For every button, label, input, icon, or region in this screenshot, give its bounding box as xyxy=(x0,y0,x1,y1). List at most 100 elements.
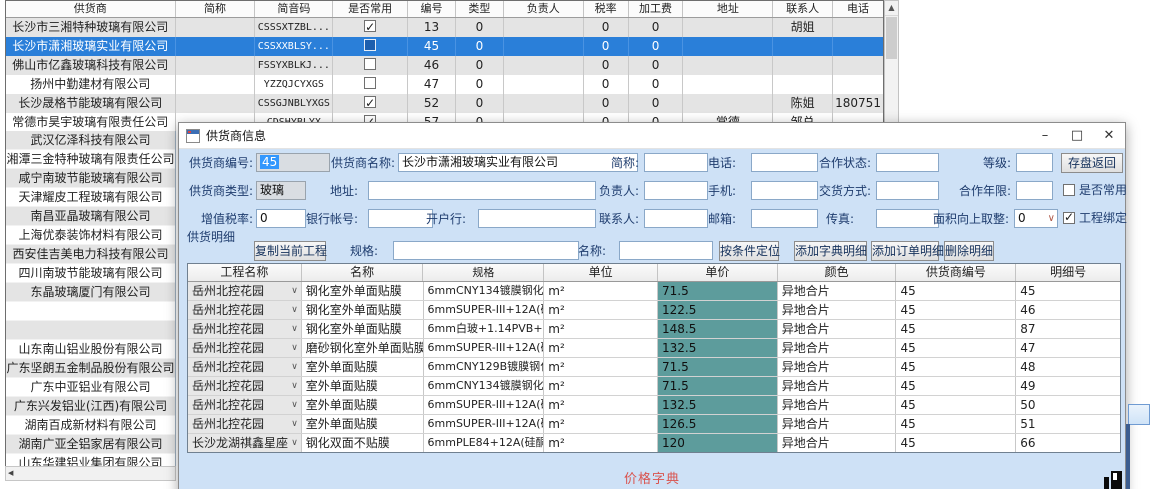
bank-account-field[interactable] xyxy=(368,209,433,228)
supplier-list-item[interactable]: 广东兴发铝业(江西)有限公司 xyxy=(6,397,175,416)
column-header-address[interactable]: 地址 xyxy=(683,1,773,17)
supplier-list-item[interactable]: 武汉亿泽科技有限公司 xyxy=(6,131,175,150)
column-header-abbr[interactable]: 简称 xyxy=(176,1,256,17)
add-dict-detail-button[interactable]: 添加字典明细 xyxy=(794,241,867,261)
column-header-detail-no[interactable]: 明细号 xyxy=(1016,264,1120,281)
column-header-type[interactable]: 类型 xyxy=(456,1,504,17)
supplier-list-item[interactable]: 广东坚朗五金制品股份有限公司 xyxy=(6,359,175,378)
add-order-detail-button[interactable]: 添加订单明细 xyxy=(871,241,939,261)
scrollbar-thumb[interactable] xyxy=(886,17,897,59)
project-combo-cell[interactable]: 岳州北控花园 xyxy=(188,339,302,357)
supplier-list-item[interactable]: 山东华建铝业集团有限公司 xyxy=(6,454,175,466)
minimize-button[interactable]: – xyxy=(1029,123,1061,149)
project-combo-cell[interactable]: 岳州北控花园 xyxy=(188,358,302,376)
column-header-common[interactable]: 是否常用 xyxy=(333,1,408,17)
column-header-fee[interactable]: 加工费 xyxy=(629,1,684,17)
project-combo-cell[interactable]: 岳州北控花园 xyxy=(188,415,302,433)
column-header-name[interactable]: 名称 xyxy=(302,264,424,281)
delivery-field[interactable] xyxy=(876,181,939,200)
list-horizontal-scrollbar[interactable]: ◀ xyxy=(5,466,176,481)
column-header-project[interactable]: 工程名称 xyxy=(188,264,302,281)
detail-row[interactable]: 岳州北控花园 室外单面贴膜 6mmCNY134镀膜钢化 m² 71.5 异地合片… xyxy=(188,377,1120,396)
column-header-manager[interactable]: 负责人 xyxy=(504,1,584,17)
project-combo-cell[interactable]: 岳州北控花园 xyxy=(188,377,302,395)
supplier-list-item[interactable]: 广东中亚铝业有限公司 xyxy=(6,378,175,397)
cell-price[interactable]: 126.5 xyxy=(658,415,778,433)
scroll-up-icon[interactable]: ▲ xyxy=(885,1,898,16)
column-header-id[interactable]: 编号 xyxy=(408,1,456,17)
supplier-list-item[interactable]: 西安佳吉美电力科技有限公司 xyxy=(6,245,175,264)
cell-price[interactable]: 148.5 xyxy=(658,320,778,338)
table-vertical-scrollbar[interactable]: ▲ xyxy=(884,0,899,131)
grade-field[interactable] xyxy=(1016,153,1053,172)
detail-row[interactable]: 长沙龙湖祺鑫星座 钢化双面不贴膜 6mmPLE84+12A(硅酮胶... m² … xyxy=(188,434,1120,453)
supplier-list-item[interactable]: 天津耀皮工程玻璃有限公司 xyxy=(6,188,175,207)
save-return-button[interactable]: 存盘返回 xyxy=(1061,153,1123,173)
dialog-titlebar[interactable]: 供货商信息 – □ ✕ xyxy=(179,123,1125,149)
common-checkbox[interactable] xyxy=(364,39,376,51)
close-button[interactable]: ✕ xyxy=(1093,123,1125,149)
detail-row[interactable]: 岳州北控花园 钢化室外单面贴膜 6mmSUPER-III+12A(硅... m²… xyxy=(188,301,1120,320)
supplier-list-item[interactable]: 四川南玻节能玻璃有限公司 xyxy=(6,264,175,283)
detail-row[interactable]: 岳州北控花园 室外单面贴膜 6mmSUPER-III+12A(硅... m² 1… xyxy=(188,415,1120,434)
maximize-button[interactable]: □ xyxy=(1061,123,1093,149)
column-header-supplier-no[interactable]: 供货商编号 xyxy=(896,264,1016,281)
common-checkbox[interactable] xyxy=(364,20,376,32)
column-header-supplier[interactable]: 供货商 xyxy=(6,1,176,17)
table-row[interactable]: 长沙市潇湘玻璃实业有限公司 CSSXXBLSY... 45 0 0 0 xyxy=(6,37,883,56)
detail-row[interactable]: 岳州北控花园 室外单面贴膜 6mmSUPER-III+12A(硅... m² 1… xyxy=(188,396,1120,415)
cell-price[interactable]: 132.5 xyxy=(658,339,778,357)
supplier-list-item[interactable]: 湘潭三金特种玻璃有限责任公司 xyxy=(6,150,175,169)
cell-price[interactable]: 71.5 xyxy=(658,377,778,395)
common-checkbox[interactable] xyxy=(364,96,376,108)
supplier-list-item[interactable]: 山东南山铝业股份有限公司 xyxy=(6,340,175,359)
project-combo-cell[interactable]: 岳州北控花园 xyxy=(188,320,302,338)
cell-price[interactable]: 71.5 xyxy=(658,358,778,376)
project-combo-cell[interactable]: 岳州北控花园 xyxy=(188,301,302,319)
area-round-combo[interactable]: 0∨ xyxy=(1014,209,1058,228)
scroll-left-icon[interactable]: ◀ xyxy=(8,467,13,480)
common-checkbox[interactable] xyxy=(364,77,376,89)
cell-price[interactable]: 122.5 xyxy=(658,301,778,319)
supplier-type-field[interactable]: 玻璃 xyxy=(256,181,306,200)
project-combo-cell[interactable]: 岳州北控花园 xyxy=(188,396,302,414)
address-field[interactable] xyxy=(368,181,596,200)
project-combo-cell[interactable]: 岳州北控花园 xyxy=(188,282,302,300)
bank-field[interactable] xyxy=(478,209,596,228)
column-header-contact[interactable]: 联系人 xyxy=(773,1,833,17)
supplier-list-item[interactable]: 咸宁南玻节能玻璃有限公司 xyxy=(6,169,175,188)
project-combo-cell[interactable]: 长沙龙湖祺鑫星座 xyxy=(188,434,302,452)
supplier-list-item[interactable]: 湖南百成新材料有限公司 xyxy=(6,416,175,435)
detail-row[interactable]: 岳州北控花园 钢化室外单面贴膜 6mmCNY134镀膜钢化 m² 71.5 异地… xyxy=(188,282,1120,301)
column-header-code[interactable]: 简音码 xyxy=(255,1,333,17)
delete-detail-button[interactable]: 删除明细 xyxy=(944,241,994,261)
name-filter-field[interactable] xyxy=(619,241,713,260)
column-header-tax[interactable]: 税率 xyxy=(584,1,629,17)
column-header-spec[interactable]: 规格 xyxy=(423,264,544,281)
detail-row[interactable]: 岳州北控花园 室外单面贴膜 6mmCNY129B镀膜钢化 m² 71.5 异地合… xyxy=(188,358,1120,377)
table-row[interactable]: 佛山市亿鑫玻璃科技有限公司 FSSYXBLKJ... 46 0 0 0 xyxy=(6,56,883,75)
table-row[interactable]: 长沙市三湘特种玻璃有限公司 CSSSXTZBL... 13 0 0 0 胡姐 xyxy=(6,18,883,37)
spec-filter-field[interactable] xyxy=(393,241,579,260)
coop-status-field[interactable] xyxy=(876,153,939,172)
supplier-list-item[interactable] xyxy=(6,321,175,340)
supplier-list-item[interactable] xyxy=(6,302,175,321)
supplier-list-item[interactable]: 南昌亚晶玻璃有限公司 xyxy=(6,207,175,226)
supplier-list-item[interactable]: 上海优泰装饰材料有限公司 xyxy=(6,226,175,245)
supplier-list-item[interactable]: 东晶玻璃厦门有限公司 xyxy=(6,283,175,302)
copy-project-button[interactable]: 复制当前工程 xyxy=(254,241,326,261)
cell-price[interactable]: 120 xyxy=(658,434,778,452)
column-header-color[interactable]: 颜色 xyxy=(778,264,897,281)
table-row[interactable]: 长沙晟格节能玻璃有限公司 CSSGJNBLYXGS 52 0 0 0 陈姐 18… xyxy=(6,94,883,113)
supplier-list-item[interactable]: 湖南广亚全铝家居有限公司 xyxy=(6,435,175,454)
detail-row[interactable]: 岳州北控花园 钢化室外单面贴膜 6mm白玻+1.14PVB+6mm... m² … xyxy=(188,320,1120,339)
column-header-price[interactable]: 单价 xyxy=(658,264,778,281)
cell-price[interactable]: 132.5 xyxy=(658,396,778,414)
table-row[interactable]: 扬州中勤建材有限公司 YZZQJCYXGS 47 0 0 0 xyxy=(6,75,883,94)
coop-years-field[interactable] xyxy=(1016,181,1053,200)
cell-price[interactable]: 71.5 xyxy=(658,282,778,300)
common-checkbox[interactable] xyxy=(364,58,376,70)
email-field[interactable] xyxy=(751,209,818,228)
project-bind-checkbox[interactable]: 工程绑定 xyxy=(1063,211,1127,227)
column-header-phone[interactable]: 电话 xyxy=(833,1,883,17)
